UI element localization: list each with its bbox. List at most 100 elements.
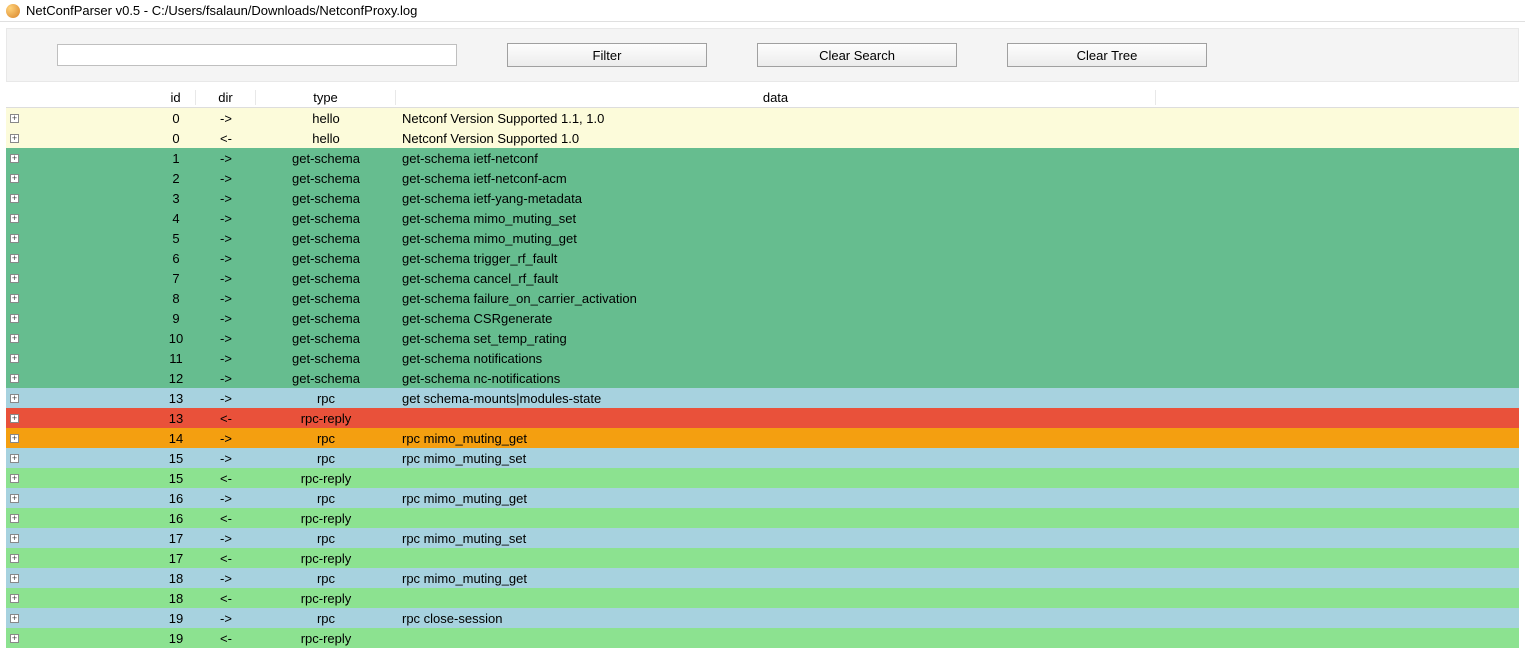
table-row[interactable]: +17->rpcrpc mimo_muting_set <box>6 528 1519 548</box>
table-row[interactable]: +2->get-schemaget-schema ietf-netconf-ac… <box>6 168 1519 188</box>
plus-icon: + <box>10 474 19 483</box>
plus-icon: + <box>10 434 19 443</box>
plus-icon: + <box>10 134 19 143</box>
expand-toggle[interactable]: + <box>6 594 156 603</box>
cell-dir: -> <box>196 391 256 406</box>
plus-icon: + <box>10 394 19 403</box>
cell-data: get-schema mimo_muting_get <box>396 231 1156 246</box>
cell-data: get-schema failure_on_carrier_activation <box>396 291 1156 306</box>
cell-dir: -> <box>196 231 256 246</box>
expand-toggle[interactable]: + <box>6 174 156 183</box>
cell-id: 5 <box>156 231 196 246</box>
table-row[interactable]: +17<-rpc-reply <box>6 548 1519 568</box>
expand-toggle[interactable]: + <box>6 354 156 363</box>
table-row[interactable]: +14->rpcrpc mimo_muting_get <box>6 428 1519 448</box>
cell-type: rpc-reply <box>256 631 396 646</box>
plus-icon: + <box>10 214 19 223</box>
cell-id: 17 <box>156 551 196 566</box>
expand-toggle[interactable]: + <box>6 534 156 543</box>
table-row[interactable]: +10->get-schemaget-schema set_temp_ratin… <box>6 328 1519 348</box>
cell-data: get-schema notifications <box>396 351 1156 366</box>
expand-toggle[interactable]: + <box>6 614 156 623</box>
cell-type: hello <box>256 131 396 146</box>
expand-toggle[interactable]: + <box>6 474 156 483</box>
expand-toggle[interactable]: + <box>6 334 156 343</box>
expand-toggle[interactable]: + <box>6 114 156 123</box>
expand-toggle[interactable]: + <box>6 314 156 323</box>
expand-toggle[interactable]: + <box>6 554 156 563</box>
table-row[interactable]: +19<-rpc-reply <box>6 628 1519 648</box>
expand-toggle[interactable]: + <box>6 414 156 423</box>
table-row[interactable]: +8->get-schemaget-schema failure_on_carr… <box>6 288 1519 308</box>
expand-toggle[interactable]: + <box>6 494 156 503</box>
plus-icon: + <box>10 294 19 303</box>
table-row[interactable]: +15<-rpc-reply <box>6 468 1519 488</box>
table-row[interactable]: +0<-helloNetconf Version Supported 1.0 <box>6 128 1519 148</box>
col-type: type <box>256 90 396 105</box>
expand-toggle[interactable]: + <box>6 634 156 643</box>
cell-dir: -> <box>196 271 256 286</box>
expand-toggle[interactable]: + <box>6 514 156 523</box>
cell-dir: -> <box>196 431 256 446</box>
table-row[interactable]: +3->get-schemaget-schema ietf-yang-metad… <box>6 188 1519 208</box>
cell-id: 12 <box>156 371 196 386</box>
table-row[interactable]: +16<-rpc-reply <box>6 508 1519 528</box>
expand-toggle[interactable]: + <box>6 294 156 303</box>
cell-dir: -> <box>196 251 256 266</box>
cell-id: 13 <box>156 391 196 406</box>
expand-toggle[interactable]: + <box>6 574 156 583</box>
expand-toggle[interactable]: + <box>6 214 156 223</box>
filter-button[interactable]: Filter <box>507 43 707 67</box>
expand-toggle[interactable]: + <box>6 454 156 463</box>
table-row[interactable]: +19->rpcrpc close-session <box>6 608 1519 628</box>
table-row[interactable]: +15->rpcrpc mimo_muting_set <box>6 448 1519 468</box>
clear-search-button[interactable]: Clear Search <box>757 43 957 67</box>
table-row[interactable]: +11->get-schemaget-schema notifications <box>6 348 1519 368</box>
expand-toggle[interactable]: + <box>6 134 156 143</box>
table-row[interactable]: +4->get-schemaget-schema mimo_muting_set <box>6 208 1519 228</box>
cell-dir: <- <box>196 511 256 526</box>
cell-dir: -> <box>196 351 256 366</box>
toolbar: Filter Clear Search Clear Tree <box>6 28 1519 82</box>
clear-tree-button[interactable]: Clear Tree <box>1007 43 1207 67</box>
expand-toggle[interactable]: + <box>6 254 156 263</box>
cell-dir: <- <box>196 411 256 426</box>
table-row[interactable]: +0->helloNetconf Version Supported 1.1, … <box>6 108 1519 128</box>
expand-toggle[interactable]: + <box>6 374 156 383</box>
cell-id: 3 <box>156 191 196 206</box>
expand-toggle[interactable]: + <box>6 434 156 443</box>
table-row[interactable]: +7->get-schemaget-schema cancel_rf_fault <box>6 268 1519 288</box>
table-header: id dir type data <box>6 88 1519 108</box>
cell-dir: <- <box>196 131 256 146</box>
table-row[interactable]: +16->rpcrpc mimo_muting_get <box>6 488 1519 508</box>
search-input[interactable] <box>57 44 457 66</box>
cell-id: 6 <box>156 251 196 266</box>
cell-id: 16 <box>156 511 196 526</box>
cell-dir: <- <box>196 591 256 606</box>
col-dir: dir <box>196 90 256 105</box>
table-row[interactable]: +18->rpcrpc mimo_muting_get <box>6 568 1519 588</box>
plus-icon: + <box>10 334 19 343</box>
expand-toggle[interactable]: + <box>6 194 156 203</box>
table-row[interactable]: +1->get-schemaget-schema ietf-netconf <box>6 148 1519 168</box>
table-row[interactable]: +5->get-schemaget-schema mimo_muting_get <box>6 228 1519 248</box>
plus-icon: + <box>10 254 19 263</box>
expand-toggle[interactable]: + <box>6 154 156 163</box>
expand-toggle[interactable]: + <box>6 234 156 243</box>
cell-id: 13 <box>156 411 196 426</box>
plus-icon: + <box>10 614 19 623</box>
cell-dir: -> <box>196 191 256 206</box>
cell-data: get-schema nc-notifications <box>396 371 1156 386</box>
cell-type: get-schema <box>256 211 396 226</box>
plus-icon: + <box>10 494 19 503</box>
expand-toggle[interactable]: + <box>6 394 156 403</box>
table-row[interactable]: +13->rpcget schema-mounts|modules-state <box>6 388 1519 408</box>
cell-id: 18 <box>156 591 196 606</box>
table-row[interactable]: +9->get-schemaget-schema CSRgenerate <box>6 308 1519 328</box>
table-row[interactable]: +6->get-schemaget-schema trigger_rf_faul… <box>6 248 1519 268</box>
table-row[interactable]: +12->get-schemaget-schema nc-notificatio… <box>6 368 1519 388</box>
table-row[interactable]: +13<-rpc-reply <box>6 408 1519 428</box>
table-row[interactable]: +18<-rpc-reply <box>6 588 1519 608</box>
expand-toggle[interactable]: + <box>6 274 156 283</box>
cell-dir: -> <box>196 451 256 466</box>
